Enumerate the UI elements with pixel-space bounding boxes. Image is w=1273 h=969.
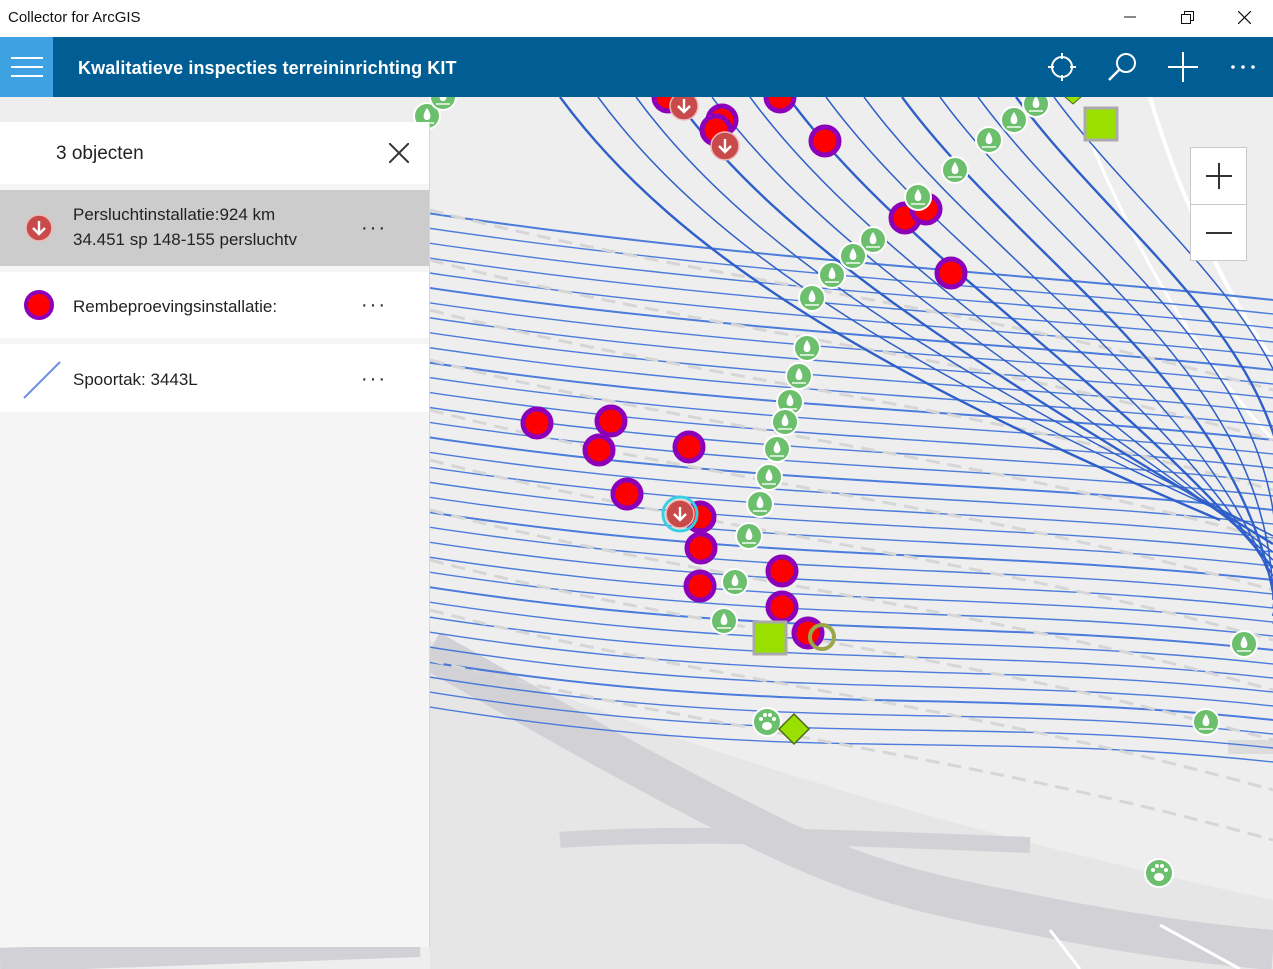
search-icon: [1108, 53, 1136, 81]
track-line: [597, 97, 1259, 529]
restore-icon: [1180, 10, 1194, 24]
rembeproeving-marker[interactable]: [791, 616, 825, 650]
window-title-bar: Collector for ArcGIS: [0, 0, 1273, 37]
lime-diamond-marker[interactable]: [777, 712, 811, 746]
water-point-marker[interactable]: [1000, 106, 1028, 134]
water-point-marker[interactable]: [735, 522, 763, 550]
track-centerline: [429, 508, 1273, 692]
result-item-persluchtinstallatie[interactable]: Persluchtinstallatie:924 km 34.451 sp 14…: [0, 190, 429, 266]
identify-results-panel: 3 objecten Persluchtinstallatie:924 km 3…: [0, 122, 430, 947]
water-point-marker[interactable]: [785, 362, 813, 390]
rembeproeving-marker[interactable]: [765, 590, 799, 624]
hamburger-icon: [10, 57, 43, 77]
rembeproevingsinstallatie-symbol-icon: [24, 290, 54, 320]
perslucht-marker[interactable]: [669, 97, 699, 121]
close-icon: [1237, 10, 1251, 24]
basemap-road: [0, 933, 421, 969]
paw-marker[interactable]: [1144, 858, 1174, 888]
window-title: Collector for ArcGIS: [8, 9, 141, 26]
result-item-rembeproevingsinstallatie[interactable]: Rembeproevingsinstallatie: ···: [0, 272, 429, 338]
add-icon: [1168, 52, 1198, 82]
result-item-more-button[interactable]: ···: [356, 213, 392, 243]
search-button[interactable]: [1095, 37, 1151, 97]
water-point-marker[interactable]: [771, 408, 799, 436]
water-point-marker[interactable]: [818, 261, 846, 289]
rembeproeving-marker[interactable]: [765, 554, 799, 588]
map-title: Kwalitatieve inspecties terreininrichtin…: [78, 58, 457, 78]
close-panel-button[interactable]: [380, 134, 418, 172]
restore-button[interactable]: [1158, 0, 1216, 34]
zoom-out-button[interactable]: [1191, 205, 1246, 261]
rembeproeving-marker[interactable]: [684, 531, 718, 565]
locate-icon: [1048, 53, 1076, 81]
water-point-marker[interactable]: [746, 490, 774, 518]
more-options-button[interactable]: [1215, 37, 1271, 97]
perslucht-marker[interactable]: [661, 495, 699, 533]
rembeproeving-marker[interactable]: [808, 124, 842, 158]
result-item-title: Spoortak: 3443L: [73, 370, 198, 389]
result-count: 3 objecten: [56, 143, 144, 164]
paw-marker[interactable]: [752, 707, 782, 737]
rembeproeving-marker[interactable]: [594, 404, 628, 438]
rembeproeving-marker[interactable]: [683, 569, 717, 603]
menu-button[interactable]: [0, 37, 53, 97]
panel-header: 3 objecten: [0, 122, 429, 184]
result-item-spoortak[interactable]: Spoortak: 3443L ···: [0, 344, 429, 412]
more-icon: ···: [361, 216, 387, 239]
zoom-in-button[interactable]: [1191, 148, 1246, 204]
water-point-marker[interactable]: [721, 568, 749, 596]
result-item-subtitle: 34.451 sp 148-155 persluchtv: [73, 230, 297, 249]
water-point-marker[interactable]: [710, 607, 738, 635]
water-point-marker[interactable]: [941, 156, 969, 184]
more-icon: [1231, 65, 1255, 69]
zoom-control: [1190, 147, 1247, 261]
water-point-marker[interactable]: [975, 126, 1003, 154]
close-icon: [389, 143, 409, 163]
plus-icon: [1205, 163, 1232, 189]
water-point-marker[interactable]: [904, 183, 932, 211]
water-point-marker[interactable]: [755, 463, 783, 491]
result-item-more-button[interactable]: ···: [356, 290, 392, 320]
rembeproeving-marker[interactable]: [934, 256, 968, 290]
result-item-more-button[interactable]: ···: [356, 364, 392, 394]
close-window-button[interactable]: [1215, 0, 1273, 34]
rembeproeving-marker[interactable]: [582, 433, 616, 467]
add-feature-button[interactable]: [1155, 37, 1211, 97]
rembeproeving-marker[interactable]: [520, 406, 554, 440]
app-header: Kwalitatieve inspecties terreininrichtin…: [0, 37, 1273, 97]
more-icon: ···: [361, 293, 387, 316]
spoortak-line-symbol-icon: [23, 361, 61, 399]
minimize-button[interactable]: [1101, 0, 1159, 34]
locate-button[interactable]: [1034, 37, 1090, 97]
water-point-marker[interactable]: [839, 242, 867, 270]
basemap-road: [559, 827, 1031, 853]
lime-square-marker[interactable]: [1083, 106, 1119, 142]
lime-square-marker[interactable]: [752, 620, 788, 656]
lime-diamond-marker[interactable]: [1064, 97, 1082, 105]
water-point-marker[interactable]: [793, 334, 821, 362]
result-item-title: Rembeproevingsinstallatie:: [73, 297, 278, 316]
water-point-marker[interactable]: [1230, 630, 1258, 658]
persluchtinstallatie-symbol-icon: [25, 214, 53, 242]
rembeproeving-marker[interactable]: [672, 430, 706, 464]
rembeproeving-marker[interactable]: [763, 97, 797, 114]
rembeproeving-marker[interactable]: [610, 477, 644, 511]
water-point-marker[interactable]: [763, 435, 791, 463]
perslucht-marker[interactable]: [710, 131, 740, 161]
water-point-marker[interactable]: [798, 284, 826, 312]
water-point-marker[interactable]: [1022, 97, 1050, 118]
result-item-title: Persluchtinstallatie:924 km: [73, 205, 276, 224]
water-point-marker[interactable]: [1192, 708, 1220, 736]
minus-icon: [1205, 232, 1232, 234]
more-icon: ···: [361, 367, 387, 390]
minimize-icon: [1124, 16, 1136, 18]
